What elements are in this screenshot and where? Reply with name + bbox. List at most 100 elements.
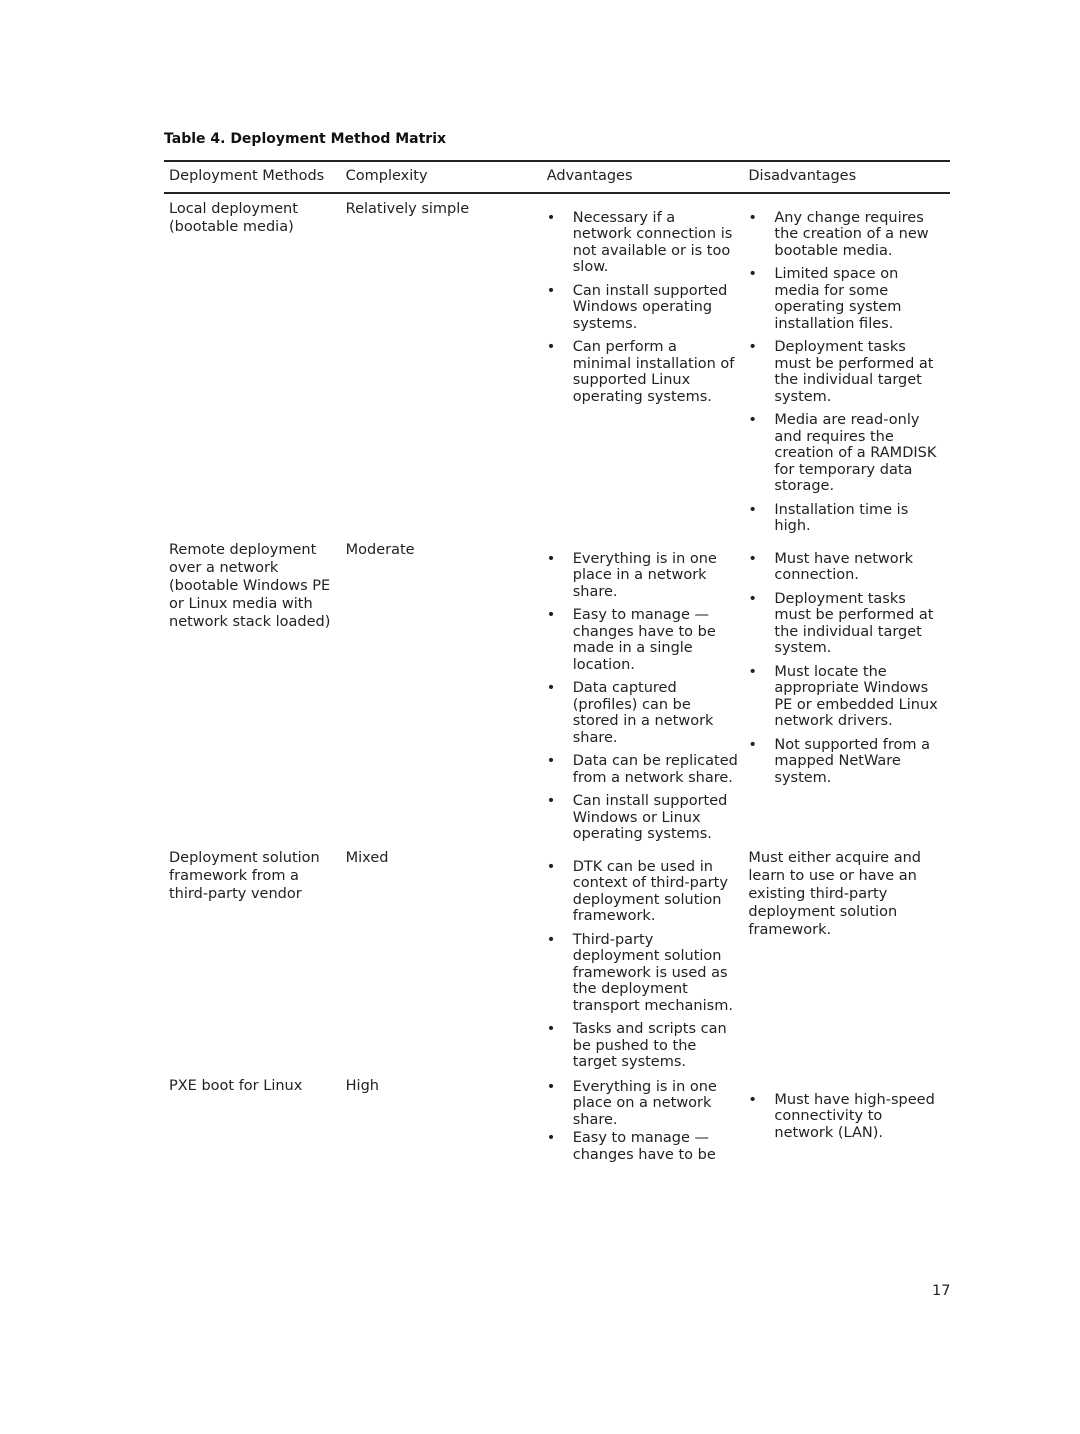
list-item-text: Can install supported Windows operating … [572,282,728,332]
list-item-text: Data captured (profiles) can be stored i… [572,680,714,746]
list-item: • Installation time is high. [748,502,945,535]
list-item-text: Everything is in one place in a network … [572,550,717,600]
list-item-text: Must have high-speed connectivity to net… [774,1091,935,1141]
advantages-list: • Everything is in one place on a network… [547,1079,739,1164]
list-item: • Everything is in one place in a network… [547,551,739,601]
disadvantages-list: • Must have high-speed connectivity to ne… [748,1092,945,1142]
bullet-icon: • [546,1130,556,1146]
list-item: • Media are read-only and requires the cr… [748,412,945,495]
bullet-icon: • [546,1021,556,1037]
bullet-icon: • [748,266,757,282]
page-number: 17 [932,1283,951,1299]
list-item-text: Deployment tasks must be performed at th… [774,339,934,405]
table-row: Deployment solution framework from a thi… [164,843,950,1071]
complexity-cell: High [345,1077,379,1094]
bullet-icon: • [748,736,757,753]
list-item-text: Third-party deployment solution framewor… [572,931,733,1014]
list-item-text: Easy to manage — changes have to be [572,1130,716,1163]
disadvantages-cell: • Must have high-speed connectivity to ne… [743,1071,950,1164]
bullet-icon: • [546,793,556,809]
bullet-icon: • [546,931,556,948]
list-item-text: Tasks and scripts can be pushed to the t… [572,1021,727,1070]
method-cell: Deployment solution framework from a thi… [169,849,320,902]
list-item: • Deployment tasks must be performed at t… [748,591,945,657]
table-row: Local deployment (bootable media) Relativ… [164,193,950,535]
list-item: • Easy to manage — changes have to be mad… [547,607,739,673]
complexity-cell: Moderate [345,541,415,558]
disadvantages-cell: Must either acquire and learn to use or … [748,849,921,939]
list-item: • Must locate the appropriate Windows PE … [748,664,945,730]
bullet-icon: • [748,339,757,355]
bullet-icon: • [546,753,556,769]
deployment-method-matrix-table: Deployment Methods Complexity Advantages… [164,160,950,1163]
list-item-text: Deployment tasks must be performed at th… [774,590,934,657]
complexity-cell: Mixed [345,849,389,866]
bullet-icon: • [748,663,757,680]
bullet-icon: • [546,1078,556,1095]
advantages-cell: • Everything is in one place on a network… [542,1071,744,1164]
advantages-list: • Necessary if a network connection is no… [547,210,739,406]
list-item: • Must have network connection. [748,551,945,584]
bullet-icon: • [748,412,757,428]
bullet-icon: • [748,590,757,607]
list-item: • Not supported from a mapped NetWare sys… [748,737,945,787]
list-item-text: Easy to manage — changes have to be made… [572,607,716,673]
list-item: • Necessary if a network connection is no… [547,210,739,276]
list-item: • Easy to manage — changes have to be [547,1130,739,1163]
bullet-icon: • [748,501,757,518]
list-item: • Tasks and scripts can be pushed to the … [547,1021,739,1071]
disadvantages-cell: • Must have network connection. • Deploymen… [743,535,950,843]
bullet-icon: • [748,209,757,226]
table-header-row: Deployment Methods Complexity Advantages… [164,160,950,194]
list-item: • Deployment tasks must be performed at t… [748,339,945,405]
bullet-icon: • [748,550,757,567]
list-item-text: Necessary if a network connection is not… [572,209,733,276]
table-caption: Table 4. Deployment Method Matrix [164,131,447,147]
advantages-cell: • DTK can be used in context of third-par… [542,843,744,1071]
disadvantages-list: • Any change requires the creation of a n… [748,210,945,535]
bullet-icon: • [546,858,556,875]
list-item: • Data can be replicated from a network s… [547,753,739,786]
list-item-text: Everything is in one place on a network … [572,1078,717,1128]
list-item: • Everything is in one place on a network… [547,1079,739,1129]
list-item-text: Limited space on media for some operatin… [774,266,902,332]
bullet-icon: • [546,209,556,226]
list-item: • DTK can be used in context of third-par… [547,859,739,925]
list-item-text: Not supported from a mapped NetWare syst… [774,736,931,786]
list-item: • Can install supported Windows operating… [547,283,739,333]
table-row: PXE boot for Linux High • Everything is in … [164,1071,950,1164]
header-complexity: Complexity [340,160,542,194]
list-item: • Must have high-speed connectivity to ne… [748,1092,945,1142]
list-item-text: DTK can be used in context of third-part… [572,858,728,925]
list-item: • Data captured (profiles) can be stored … [547,680,739,746]
advantages-list: • DTK can be used in context of third-par… [547,859,739,1071]
method-cell: PXE boot for Linux [169,1077,303,1094]
complexity-cell: Relatively simple [345,200,470,217]
list-item-text: Media are read-only and requires the cre… [774,412,937,494]
bullet-icon: • [546,607,556,623]
list-item-text: Can perform a minimal installation of su… [572,339,735,405]
advantages-cell: • Necessary if a network connection is no… [542,193,744,535]
bullet-icon: • [546,282,556,299]
list-item-text: Data can be replicated from a network sh… [572,753,738,786]
list-item: • Can install supported Windows or Linux … [547,793,739,843]
disadvantages-cell: • Any change requires the creation of a n… [743,193,950,535]
bullet-icon: • [546,680,556,696]
header-deployment-methods: Deployment Methods [164,160,341,194]
list-item-text: Can install supported Windows or Linux o… [572,793,728,842]
list-item: • Can perform a minimal installation of s… [547,339,739,405]
list-item-text: Must have network connection. [774,550,914,584]
method-cell: Remote deployment over a network (bootab… [169,541,331,631]
bullet-icon: • [546,550,556,567]
list-item: • Third-party deployment solution framewo… [547,932,739,1015]
bullet-icon: • [546,339,556,355]
list-item: • Limited space on media for some operati… [748,266,945,332]
header-advantages: Advantages [541,160,744,194]
header-disadvantages: Disadvantages [743,160,950,194]
list-item-text: Must locate the appropriate Windows PE o… [774,663,938,730]
advantages-list: • Everything is in one place in a network… [547,551,739,843]
advantages-cell: • Everything is in one place in a network… [542,535,744,843]
disadvantages-list: • Must have network connection. • Deploymen… [748,551,945,787]
list-item-text: Installation time is high. [774,501,909,535]
method-cell: Local deployment (bootable media) [169,200,298,235]
